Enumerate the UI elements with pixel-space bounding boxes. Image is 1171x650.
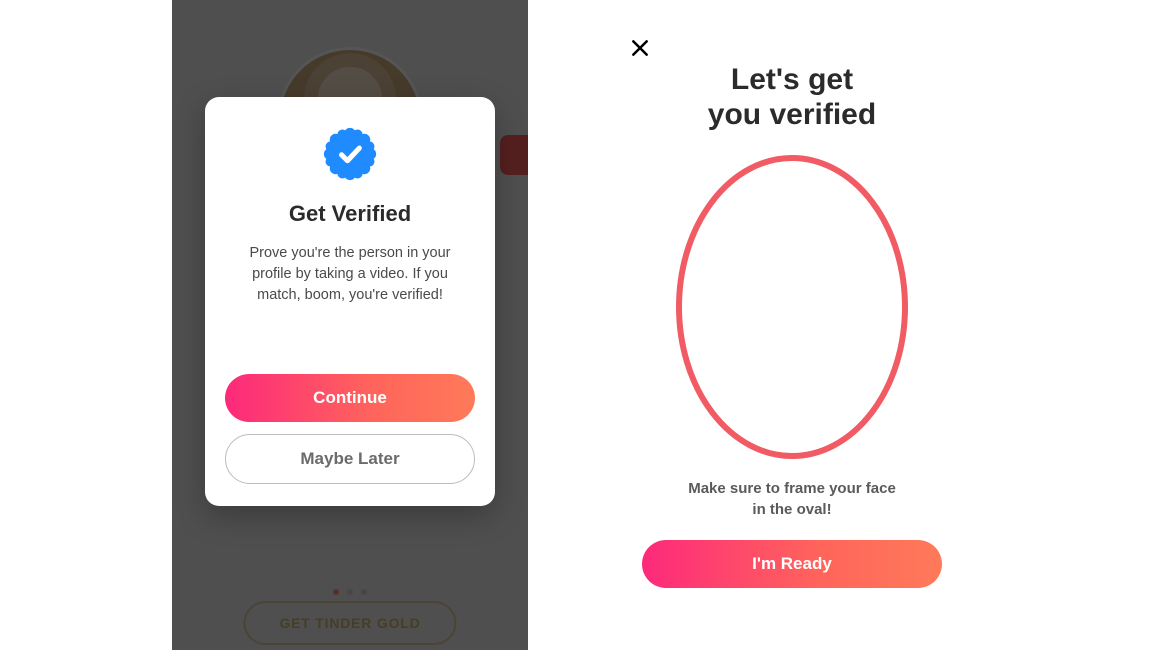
title-line2: you verified <box>708 98 876 131</box>
hint-line2: in the oval! <box>752 501 831 518</box>
continue-button[interactable]: Continue <box>225 374 475 422</box>
phone-screen-left: GET TINDER GOLD <box>172 0 528 650</box>
maybe-later-button[interactable]: Maybe Later <box>225 434 475 484</box>
frame-hint-text: Make sure to frame your face in the oval… <box>608 478 976 520</box>
face-frame-oval <box>673 152 911 462</box>
close-icon[interactable] <box>628 36 652 60</box>
title-line1: Let's get <box>731 63 853 96</box>
get-verified-modal: Get Verified Prove you're the person in … <box>205 97 495 506</box>
hint-line1: Make sure to frame your face <box>688 480 896 497</box>
verified-badge-icon <box>323 127 377 181</box>
im-ready-button[interactable]: I'm Ready <box>642 540 942 588</box>
page-title: Let's get you verified <box>608 62 976 133</box>
modal-body: Prove you're the person in your profile … <box>235 243 465 306</box>
modal-title: Get Verified <box>225 201 475 227</box>
phone-screen-right: Let's get you verified Make sure to fram… <box>608 0 976 650</box>
